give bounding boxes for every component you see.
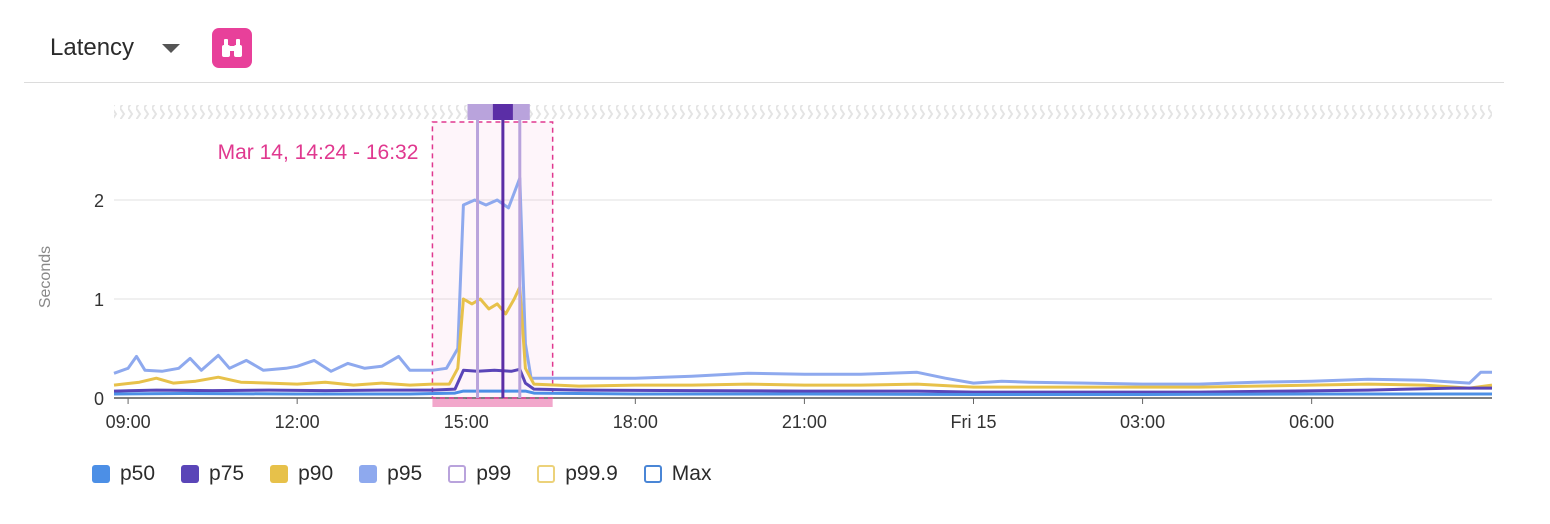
legend-item-p75[interactable]: p75 — [181, 462, 244, 486]
legend-item-p95[interactable]: p95 — [359, 462, 422, 486]
legend-label: p75 — [209, 462, 245, 485]
legend-swatch — [359, 465, 378, 483]
y-axis-label: Seconds — [37, 246, 54, 308]
legend-swatch — [181, 465, 200, 483]
x-tick-label: 18:00 — [613, 412, 658, 432]
legend-swatch — [537, 465, 556, 483]
x-tick-label: Fri 15 — [950, 412, 996, 432]
legend-label: p99 — [476, 462, 512, 485]
legend-label: Max — [671, 462, 712, 485]
y-tick-label: 1 — [94, 290, 104, 310]
legend-item-p50[interactable]: p50 — [92, 462, 155, 486]
legend-item-Max[interactable]: Max — [643, 462, 712, 486]
series-line-p95[interactable] — [113, 176, 1492, 386]
x-tick-label: 06:00 — [1289, 412, 1334, 432]
x-tick-label: 15:00 — [444, 412, 489, 432]
x-tick-label: 12:00 — [275, 412, 320, 432]
legend-item-p99[interactable]: p99 — [448, 462, 511, 486]
legend-item-p99-9[interactable]: p99.9 — [537, 462, 618, 486]
event-marker-handle[interactable] — [492, 104, 513, 120]
legend-swatch — [92, 465, 110, 483]
legend-label: p95 — [387, 462, 423, 485]
x-tick-label: 03:00 — [1120, 412, 1165, 432]
chart-legend: p50 p75 p90 p95 p99 p99.9 Max — [92, 462, 737, 486]
legend-swatch — [448, 465, 467, 483]
legend-label: p50 — [120, 462, 156, 485]
selection-range-bar — [432, 399, 553, 407]
timeline-strip — [114, 105, 1492, 119]
selection-highlight — [432, 122, 553, 398]
x-tick-label: 09:00 — [106, 412, 151, 432]
x-tick-label: 21:00 — [782, 412, 827, 432]
legend-swatch — [643, 465, 662, 483]
legend-label: p90 — [298, 462, 334, 485]
legend-label: p99.9 — [565, 462, 618, 485]
selection-label: Mar 14, 14:24 - 16:32 — [218, 141, 419, 164]
y-tick-label: 0 — [94, 389, 104, 409]
legend-item-p90[interactable]: p90 — [270, 462, 333, 486]
y-tick-label: 2 — [94, 191, 104, 211]
legend-swatch — [270, 465, 289, 483]
latency-chart[interactable]: 0 1 2 Seconds 09:00 12:00 15:00 18:00 21:00 Fri 1… — [0, 0, 1550, 450]
